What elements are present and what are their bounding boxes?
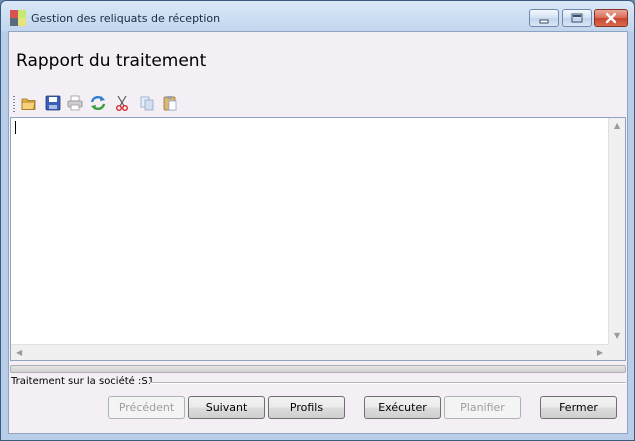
- scroll-right-icon[interactable]: ▶: [597, 349, 603, 357]
- close-icon: [605, 12, 617, 24]
- scroll-up-icon[interactable]: ▲: [614, 122, 620, 130]
- folder-open-icon: [21, 98, 36, 110]
- toolbar-grip[interactable]: [13, 96, 15, 112]
- print-button[interactable]: [66, 94, 84, 112]
- close-window-button[interactable]: [594, 9, 628, 27]
- scrollbar-corner: [608, 344, 625, 360]
- app-window: Gestion des reliquats de réception Rappo…: [0, 0, 635, 441]
- execute-button[interactable]: Exécuter: [364, 396, 441, 419]
- horizontal-scrollbar[interactable]: ◀ ▶: [11, 344, 609, 360]
- copy-icon: [140, 96, 154, 111]
- paste-button[interactable]: [161, 94, 179, 112]
- report-text-area[interactable]: ▲ ▼ ◀ ▶: [10, 117, 626, 361]
- progress-bar: [10, 365, 626, 373]
- copy-button[interactable]: [138, 94, 156, 112]
- app-icon: [10, 10, 26, 26]
- profiles-button[interactable]: Profils: [268, 396, 345, 419]
- refresh-icon: [90, 95, 106, 111]
- previous-button[interactable]: Précédent: [108, 396, 185, 419]
- close-button[interactable]: Fermer: [540, 396, 617, 419]
- minimize-button[interactable]: [529, 9, 559, 27]
- scroll-left-icon[interactable]: ◀: [16, 349, 22, 357]
- refresh-button[interactable]: [89, 94, 107, 112]
- save-icon: [45, 95, 61, 111]
- maximize-button[interactable]: [562, 9, 592, 27]
- minimize-icon: [539, 19, 549, 24]
- open-button[interactable]: [20, 94, 38, 112]
- schedule-button[interactable]: Planifier: [444, 396, 521, 419]
- cut-icon: [116, 95, 128, 111]
- save-button[interactable]: [44, 94, 62, 112]
- print-icon: [67, 95, 83, 111]
- client-area: Rapport du traitement ▲ ▼ ◀ ▶ Traitement…: [8, 31, 628, 434]
- editor-toolbar: [11, 92, 211, 114]
- scroll-down-icon[interactable]: ▼: [614, 332, 620, 340]
- window-title: Gestion des reliquats de réception: [31, 12, 221, 25]
- status-divider: [150, 382, 626, 384]
- paste-icon: [163, 96, 177, 111]
- status-text: Traitement sur la société :S1: [11, 376, 155, 387]
- page-title: Rapport du traitement: [16, 51, 207, 71]
- cut-button[interactable]: [113, 94, 131, 112]
- vertical-scrollbar[interactable]: ▲ ▼: [608, 118, 625, 344]
- next-button[interactable]: Suivant: [188, 396, 265, 419]
- text-caret: [15, 121, 16, 134]
- maximize-icon: [571, 13, 583, 23]
- title-bar[interactable]: Gestion des reliquats de réception: [1, 1, 634, 31]
